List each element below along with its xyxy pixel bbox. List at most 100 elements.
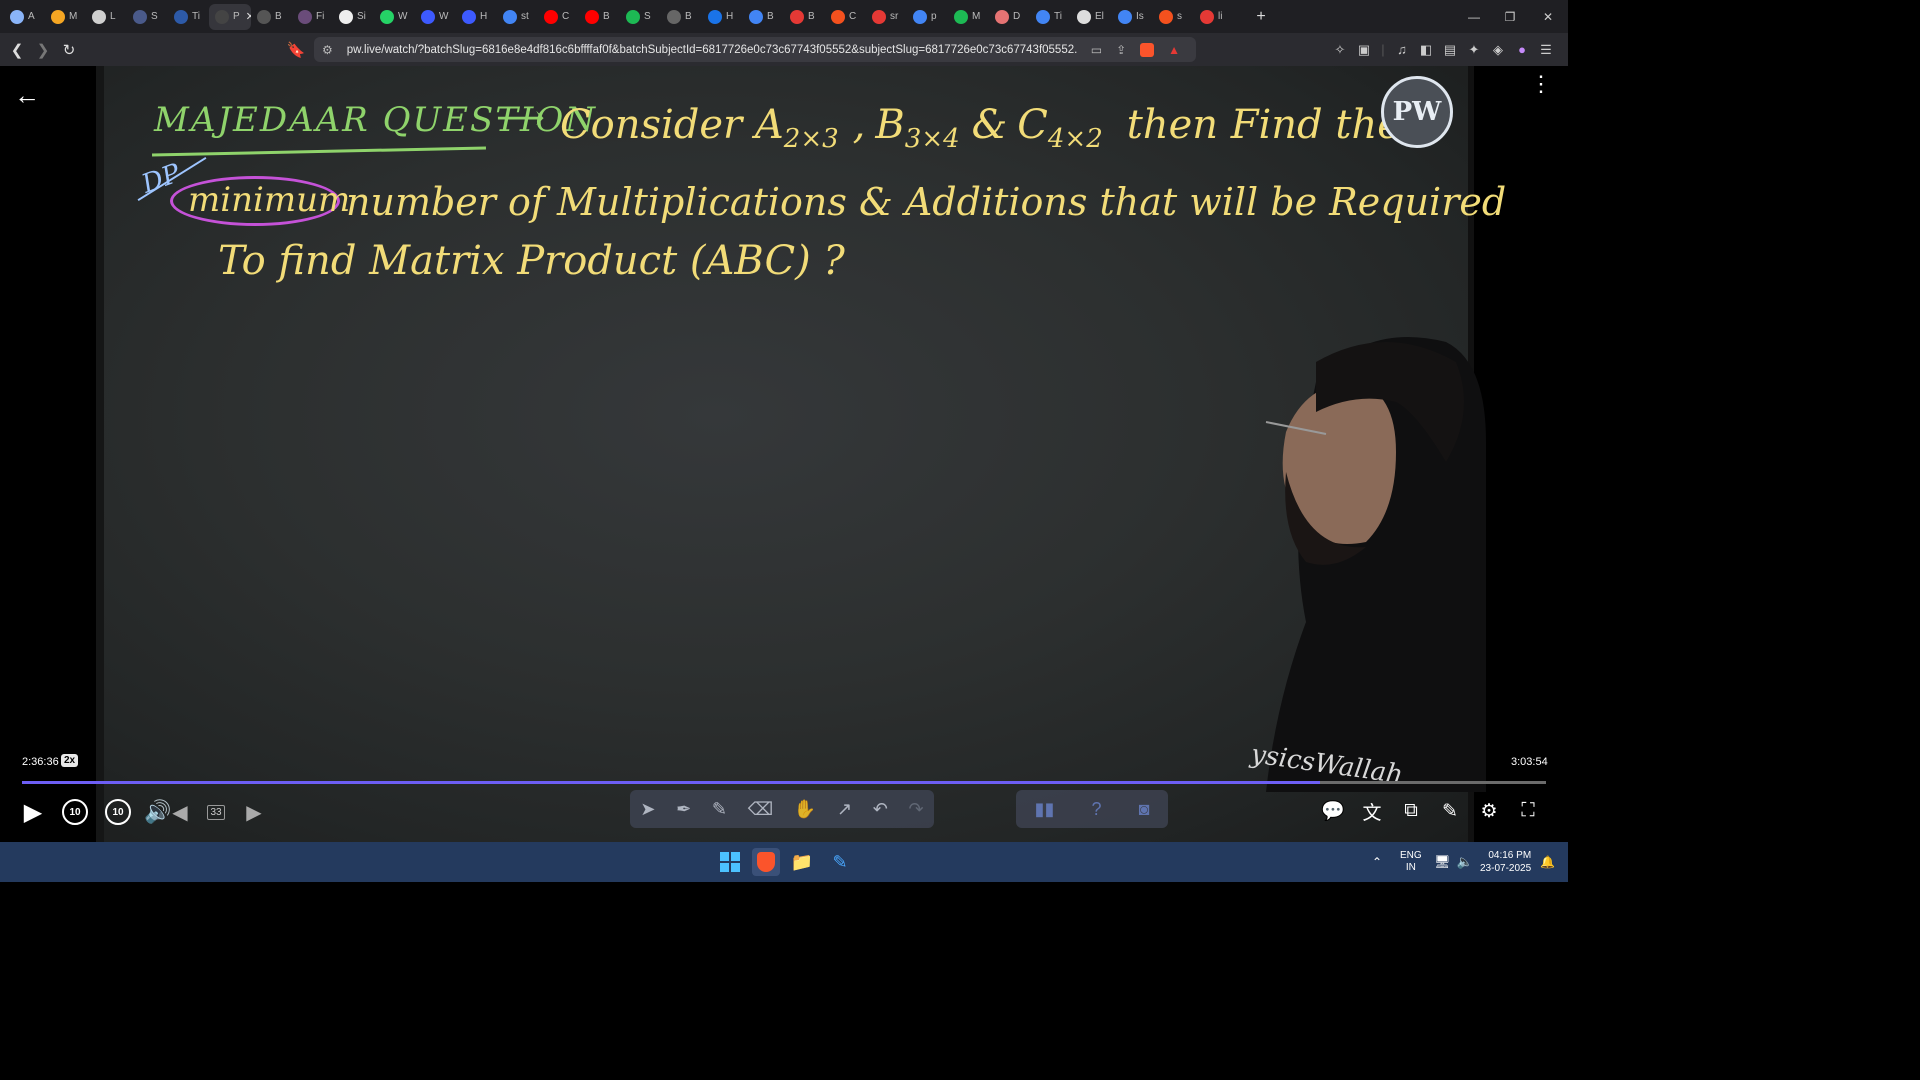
url-text[interactable]: pw.live/watch/?batchSlug=6816e8e4df816c6… [347, 44, 1077, 56]
more-options-icon[interactable]: ⋮ [1530, 73, 1552, 95]
browser-tab[interactable]: B [251, 4, 292, 30]
browser-tab[interactable]: S [620, 4, 661, 30]
clock[interactable]: 04:16 PM 23-07-2025 [1480, 842, 1531, 882]
browser-tab[interactable]: C [538, 4, 579, 30]
share-icon[interactable]: ⇪ [1116, 43, 1126, 57]
file-explorer-icon[interactable]: 📁 [788, 848, 816, 876]
notification-icon[interactable]: 🔔 [1540, 842, 1555, 882]
profile-icon[interactable]: ● [1510, 42, 1534, 57]
pen-app-icon[interactable]: ✎ [826, 848, 854, 876]
site-settings-icon[interactable]: ⚙ [322, 43, 333, 57]
browser-tab[interactable]: B [743, 4, 784, 30]
back-button[interactable]: ❮ [6, 39, 28, 61]
tab-favicon-icon [503, 9, 517, 24]
play-button[interactable]: ▶ [20, 792, 46, 832]
address-bar[interactable]: ⚙ pw.live/watch/?batchSlug=6816e8e4df816… [314, 37, 1196, 62]
slide-counter: 33 [204, 792, 228, 832]
doubt-icon: ? [1091, 798, 1102, 819]
browser-tab[interactable]: H [702, 4, 743, 30]
video-player[interactable]: MAJEDAAR QUESTION ⟶ Consider A2×3, B3×4 & C… [0, 66, 1568, 842]
browser-tab[interactable]: B [661, 4, 702, 30]
forward-icon: 10 [105, 799, 131, 825]
tab-favicon-icon [667, 9, 681, 24]
browser-tab[interactable]: D [989, 4, 1030, 30]
tab-favicon-icon [1159, 9, 1173, 24]
network-volume[interactable]: 🖥 🔈 [1434, 842, 1473, 882]
speed-badge[interactable]: 2x [61, 754, 79, 767]
browser-tab[interactable]: Ti [1030, 4, 1071, 30]
tray-chevron[interactable]: ⌃ [1372, 842, 1382, 882]
browser-tab[interactable]: Fi [292, 4, 333, 30]
sidebar-icon[interactable]: ◧ [1414, 42, 1438, 58]
restore-button[interactable]: ❐ [1492, 0, 1528, 33]
browser-tab[interactable]: S [127, 4, 168, 30]
browser-tab[interactable]: M [948, 4, 989, 30]
browser-tab[interactable]: Si [333, 4, 374, 30]
tab-label: C [849, 11, 857, 22]
browser-tab[interactable]: C [825, 4, 866, 30]
chat-icon[interactable]: 💬 [1318, 796, 1348, 826]
brave-icon [757, 852, 775, 872]
browser-tab[interactable]: W [374, 4, 415, 30]
browser-tab[interactable]: Ti [168, 4, 209, 30]
browser-tab[interactable]: st [497, 4, 538, 30]
back-arrow-icon[interactable]: ← [14, 80, 40, 111]
extensions-icon[interactable]: ✧ [1328, 42, 1352, 58]
start-button[interactable] [716, 848, 744, 876]
menu-icon[interactable]: ☰ [1534, 42, 1558, 58]
browser-tab[interactable]: Is [1112, 4, 1153, 30]
cast-icon[interactable]: ▭ [1091, 43, 1102, 57]
tab-label: st [521, 11, 529, 22]
browser-tab[interactable]: El [1071, 4, 1112, 30]
browser-tab[interactable]: H [456, 4, 497, 30]
tab-favicon-icon [626, 9, 640, 24]
matrix-b: B [875, 102, 905, 148]
browser-tab[interactable]: P ✕ [209, 3, 251, 30]
tab-favicon-icon [257, 9, 271, 24]
language-indicator[interactable]: ENG IN [1400, 842, 1422, 882]
browser-tab[interactable]: B [784, 4, 825, 30]
forward-button[interactable]: ❯ [32, 39, 54, 61]
notes-icon[interactable]: ✎ [1435, 796, 1465, 826]
brave-shields-icon[interactable] [1140, 42, 1155, 57]
brave-taskbar-icon[interactable] [752, 848, 780, 876]
browser-tab[interactable]: B [579, 4, 620, 30]
minimize-button[interactable]: — [1456, 0, 1492, 33]
reload-button[interactable]: ↻ [58, 39, 80, 61]
eraser-icon: ⌫ [747, 798, 774, 819]
browser-tab[interactable]: p [907, 4, 948, 30]
rewind-10-button[interactable]: 10 [60, 792, 90, 832]
seek-bar[interactable] [22, 781, 1546, 784]
translate-icon[interactable]: 文 [1357, 796, 1387, 826]
brave-rewards-icon[interactable]: ▲ [1168, 43, 1180, 57]
close-window-button[interactable]: ✕ [1530, 0, 1566, 33]
screenshot-icon[interactable]: ▣ [1352, 42, 1376, 58]
highlighter-icon: ✎ [711, 798, 727, 819]
mini-player-icon[interactable]: ⧉ [1396, 796, 1426, 826]
wallet-icon[interactable]: ▤ [1438, 42, 1462, 58]
pointer-icon: ➤ [640, 798, 656, 819]
tab-label: Fi [316, 11, 325, 22]
browser-tab[interactable]: sr [866, 4, 907, 30]
browser-tab[interactable]: li [1194, 4, 1235, 30]
bookmark-icon[interactable]: 🔖 [285, 39, 307, 61]
tab-favicon-icon [51, 9, 65, 24]
browser-tab[interactable]: M [45, 4, 86, 30]
tab-favicon-icon [954, 9, 968, 24]
tab-label: M [69, 11, 78, 22]
browser-tab[interactable]: L [86, 4, 127, 30]
media-icon[interactable]: ♫ [1390, 42, 1414, 57]
tab-favicon-icon [215, 9, 229, 24]
vpn-icon[interactable]: ◈ [1486, 42, 1510, 58]
leo-icon[interactable]: ✦ [1462, 42, 1486, 58]
browser-tab[interactable]: W [415, 4, 456, 30]
new-tab-button[interactable]: + [1251, 8, 1271, 26]
forward-10-button[interactable]: 10 [103, 792, 133, 832]
settings-icon[interactable]: ⚙ [1474, 796, 1504, 826]
pen-icon: ✒ [676, 798, 692, 819]
fullscreen-icon[interactable]: ⛶ [1513, 796, 1543, 826]
browser-tab[interactable]: s [1153, 4, 1194, 30]
browser-tab[interactable]: A [4, 4, 45, 30]
tab-label: Si [357, 11, 366, 22]
tab-favicon-icon [133, 9, 147, 24]
